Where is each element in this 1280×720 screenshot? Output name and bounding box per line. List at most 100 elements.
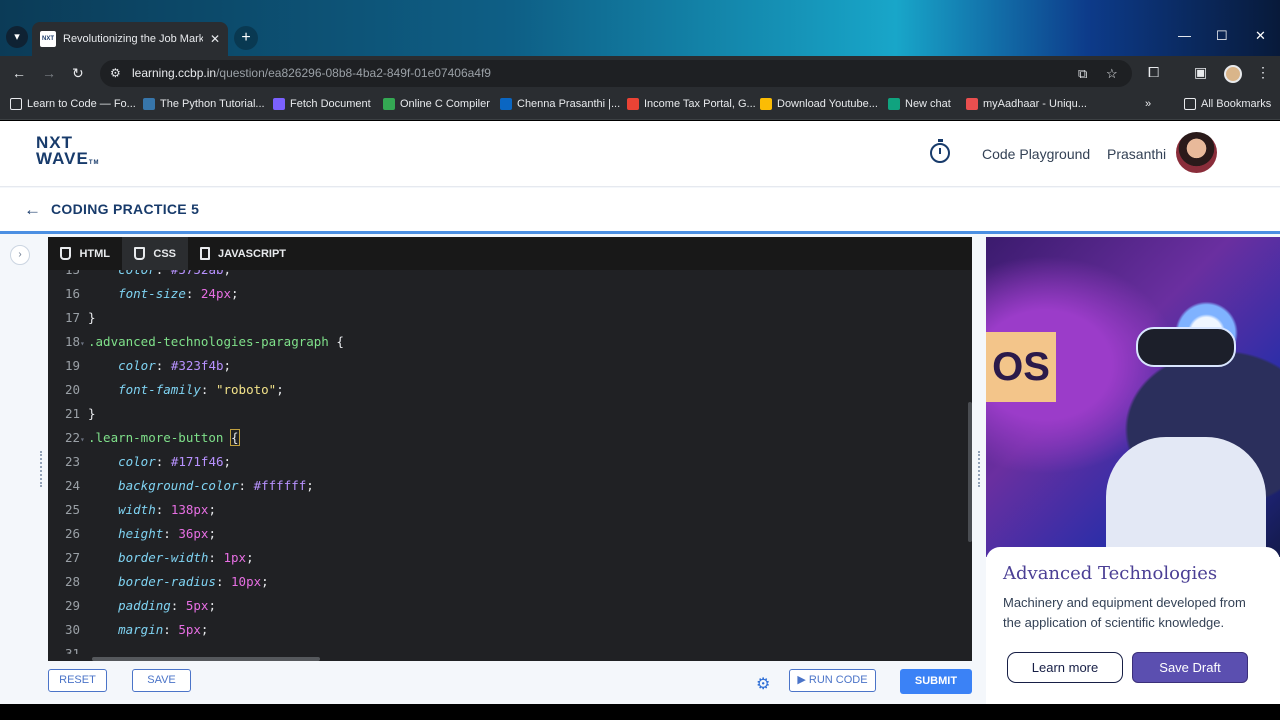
site-header: NXT WAVETM Code Playground Prasanthi <box>0 121 1280 187</box>
code-line: 24 background-color: #ffffff; <box>64 478 314 493</box>
css3-icon <box>134 247 146 260</box>
url-text: learning.ccbp.in/question/ea826296-08b8-… <box>132 66 491 80</box>
fold-arrow-icon[interactable]: ▾ <box>80 428 88 452</box>
save-button[interactable]: SAVE <box>132 669 191 692</box>
code-line: 19 color: #323f4b; <box>64 358 232 373</box>
submit-button[interactable]: SUBMIT <box>900 669 972 694</box>
vr-hero-image: OS <box>986 237 1280 567</box>
code-line: 22▾ .learn-more-button { <box>48 426 948 450</box>
back-arrow-icon[interactable]: ← <box>24 200 41 220</box>
bookmark-item[interactable]: Fetch Document <box>273 98 371 110</box>
reset-button[interactable]: RESET <box>48 669 107 692</box>
bookmark-item[interactable]: Income Tax Portal, G... <box>627 98 756 110</box>
code-line: 18▾ .advanced-technologies-paragraph { <box>48 330 948 354</box>
profile-avatar-icon[interactable] <box>1224 65 1242 83</box>
income-tax-icon <box>627 98 639 110</box>
fetch-icon <box>273 98 285 110</box>
vr-headset <box>1136 327 1236 367</box>
output-preview: OS Advanced Technologies Machinery and e… <box>986 237 1280 704</box>
more-bookmarks-icon[interactable]: » <box>1145 98 1151 110</box>
bookmark-item[interactable]: The Python Tutorial... <box>143 98 265 110</box>
practice-subheader: ← CODING PRACTICE 5 <box>0 188 1280 234</box>
bookmark-item[interactable]: Chenna Prasanthi |... <box>500 98 620 110</box>
bookmark-item[interactable]: Learn to Code — Fo... <box>10 98 136 110</box>
linkedin-icon <box>500 98 512 110</box>
user-name[interactable]: Prasanthi <box>1107 146 1166 162</box>
editor-tab-bar: HTML CSS JAVASCRIPT <box>48 237 972 270</box>
js-file-icon <box>200 247 210 260</box>
browser-tab-strip: ▾ NXT Revolutionizing the Job Market ✕ +… <box>0 0 1280 56</box>
preview-card: Advanced Technologies Machinery and equi… <box>986 547 1280 704</box>
bookmark-star-icon[interactable]: ☆ <box>1106 66 1118 82</box>
code-line: 20 font-family: "roboto"; <box>64 382 284 397</box>
tab-html[interactable]: HTML <box>48 237 122 270</box>
address-bar[interactable]: ⚙ learning.ccbp.in/question/ea826296-08b… <box>100 60 1132 87</box>
site-info-icon[interactable]: ⚙ <box>110 66 121 80</box>
tab-css[interactable]: CSS <box>122 237 188 270</box>
tab-javascript[interactable]: JAVASCRIPT <box>188 237 298 270</box>
maximize-icon[interactable]: ☐ <box>1216 28 1228 44</box>
bookmark-item[interactable]: Online C Compiler <box>383 98 490 110</box>
code-line: 15 color: #5752ab; <box>48 270 948 282</box>
new-tab-button[interactable]: + <box>234 26 258 50</box>
browser-toolbar: ← → ↻ ⚙ learning.ccbp.in/question/ea8262… <box>0 56 1280 90</box>
code-line: 29 padding: 5px; <box>64 598 216 613</box>
save-draft-button[interactable]: Save Draft <box>1132 652 1248 683</box>
neon-sign: OS <box>986 332 1056 402</box>
avatar[interactable] <box>1176 132 1217 173</box>
page-title: CODING PRACTICE 5 <box>51 201 200 217</box>
forward-icon[interactable]: → <box>42 65 56 81</box>
extensions-icon[interactable]: ⧠ <box>1148 64 1159 81</box>
install-app-icon[interactable]: ⧉ <box>1078 66 1087 82</box>
left-resize-handle[interactable] <box>40 451 42 487</box>
play-icon: ▶ <box>797 674 809 686</box>
nxtwave-logo[interactable]: NXT WAVETM <box>36 134 99 171</box>
minimize-icon[interactable]: — <box>1178 28 1191 43</box>
gear-icon[interactable]: ⚙ <box>756 674 770 694</box>
code-line: 25 width: 138px; <box>64 502 216 517</box>
bookmark-item[interactable]: myAadhaar - Uniqu... <box>966 98 1087 110</box>
horizontal-scrollbar[interactable] <box>92 657 320 661</box>
code-line: 23 color: #171f46; <box>64 454 232 469</box>
html5-icon <box>60 247 72 260</box>
learn-more-button[interactable]: Learn more <box>1007 652 1123 683</box>
nxtwave-favicon-icon: NXT <box>40 31 56 47</box>
code-line: 21 } <box>64 406 96 421</box>
close-window-icon[interactable]: ✕ <box>1255 28 1266 44</box>
code-editor[interactable]: HTML CSS JAVASCRIPT 15 color: #5752ab; 1… <box>48 237 972 661</box>
download-icon <box>760 98 772 110</box>
right-resize-handle[interactable] <box>978 451 980 487</box>
fold-arrow-icon[interactable]: ▾ <box>80 332 88 356</box>
code-line: 26 height: 36px; <box>64 526 216 541</box>
back-icon[interactable]: ← <box>12 65 26 81</box>
bookmark-item[interactable]: Download Youtube... <box>760 98 878 110</box>
all-bookmarks[interactable]: All Bookmarks <box>1184 98 1271 110</box>
stopwatch-icon[interactable] <box>930 139 950 163</box>
menu-kebab-icon[interactable]: ⋮ <box>1256 64 1270 81</box>
browser-tab-active[interactable]: NXT Revolutionizing the Job Market ✕ <box>32 22 228 56</box>
bookmark-favicon-icon <box>10 98 22 110</box>
code-playground-link[interactable]: Code Playground <box>982 146 1090 162</box>
page-content: NXT WAVETM Code Playground Prasanthi ← CO… <box>0 121 1280 704</box>
code-line: 28 border-radius: 10px; <box>64 574 269 589</box>
side-panel-icon[interactable]: ▣ <box>1194 64 1207 81</box>
code-line: 27 border-width: 1px; <box>64 550 254 565</box>
bookmark-item[interactable]: New chat <box>888 98 951 110</box>
aadhaar-icon <box>966 98 978 110</box>
expand-panel-chevron-icon[interactable]: › <box>10 245 30 265</box>
run-code-button[interactable]: ▶ RUN CODE <box>789 669 876 692</box>
code-area[interactable]: 15 color: #5752ab; 16 font-size: 24px; 1… <box>48 270 972 654</box>
bookmarks-bar: Learn to Code — Fo... The Python Tutoria… <box>0 90 1280 120</box>
tab-search-icon[interactable]: ▾ <box>6 26 28 48</box>
code-line: 16 font-size: 24px; <box>64 286 239 301</box>
folder-icon <box>1184 98 1196 110</box>
chatgpt-icon <box>888 98 900 110</box>
close-tab-icon[interactable]: ✕ <box>210 32 220 46</box>
code-line: 30 margin: 5px; <box>64 622 209 637</box>
code-line: 31 <box>64 646 80 654</box>
python-icon <box>143 98 155 110</box>
reload-icon[interactable]: ↻ <box>72 65 84 82</box>
vertical-scrollbar[interactable] <box>968 402 972 542</box>
tab-title: Revolutionizing the Job Market <box>63 33 203 45</box>
code-line: 17 } <box>64 310 96 325</box>
